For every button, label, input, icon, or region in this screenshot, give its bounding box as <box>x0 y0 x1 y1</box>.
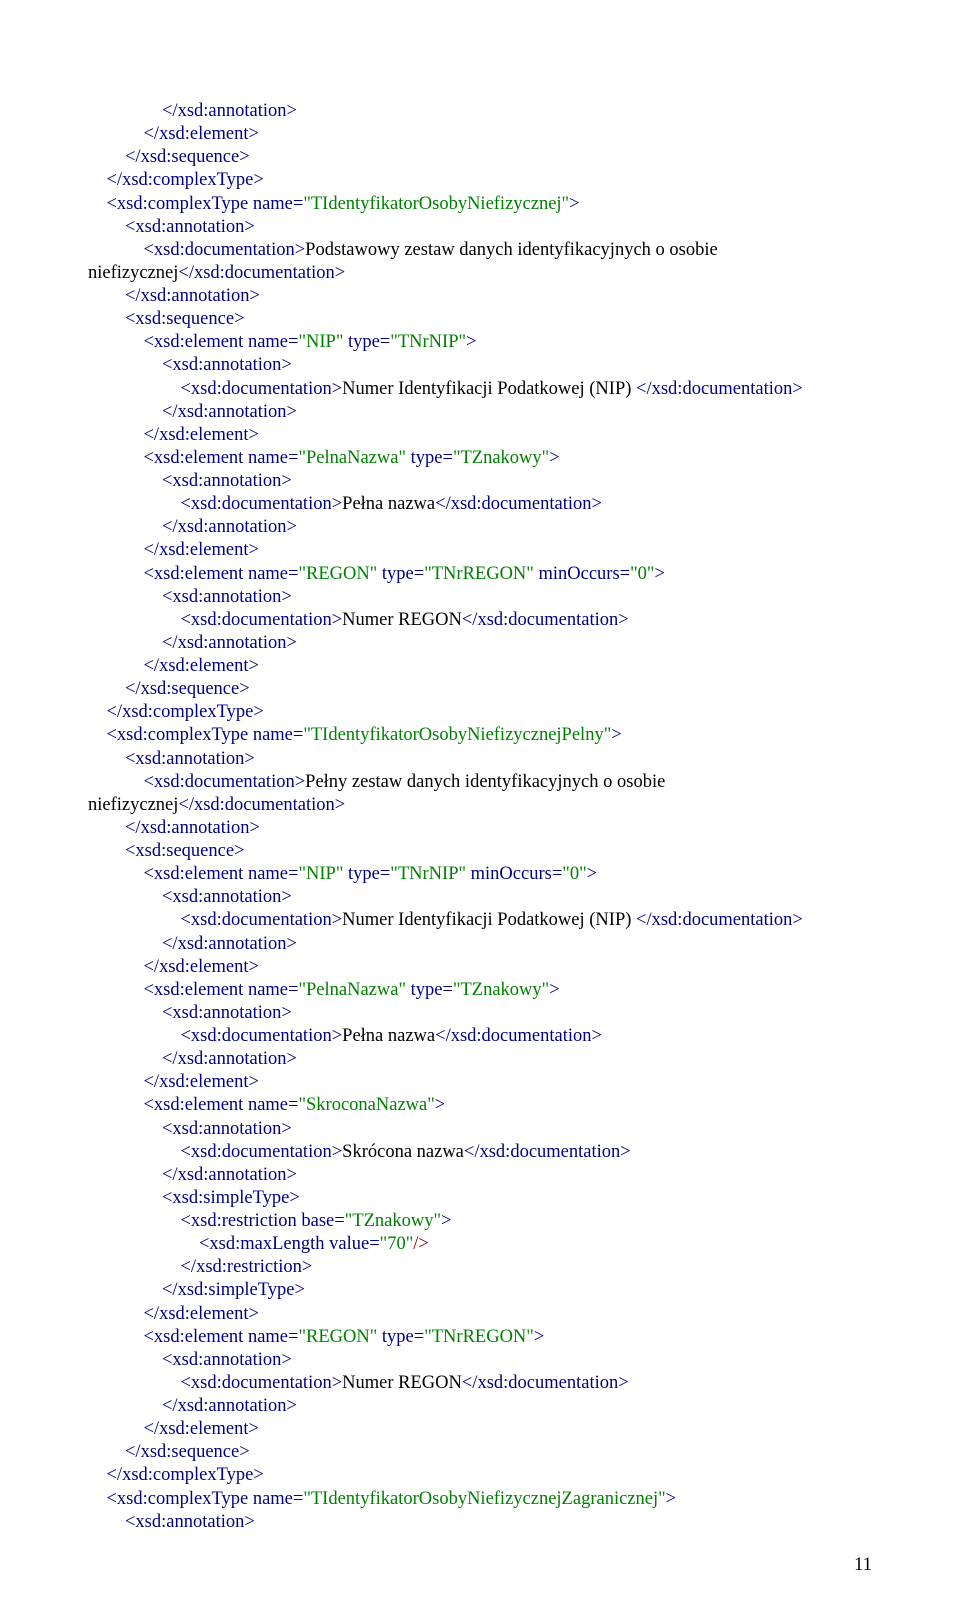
code-line: </xsd:annotation> <box>88 1395 872 1418</box>
code-line: <xsd:annotation> <box>88 1349 872 1372</box>
code-line: <xsd:annotation> <box>88 354 872 377</box>
code-line: </xsd:annotation> <box>88 401 872 424</box>
code-line: <xsd:element name="NIP" type="TNrNIP"> <box>88 331 872 354</box>
code-line: <xsd:element name="NIP" type="TNrNIP" mi… <box>88 863 872 886</box>
code-line: <xsd:annotation> <box>88 1118 872 1141</box>
code-line: <xsd:documentation>Numer REGON</xsd:docu… <box>88 1372 872 1395</box>
code-line: <xsd:documentation>Podstawowy zestaw dan… <box>88 239 872 262</box>
code-line: </xsd:annotation> <box>88 933 872 956</box>
code-line: </xsd:element> <box>88 956 872 979</box>
code-line: </xsd:complexType> <box>88 169 872 192</box>
code-line: <xsd:element name="REGON" type="TNrREGON… <box>88 1326 872 1349</box>
code-line: </xsd:sequence> <box>88 146 872 169</box>
code-line: <xsd:annotation> <box>88 748 872 771</box>
code-line: <xsd:annotation> <box>88 586 872 609</box>
code-line: <xsd:complexType name="TIdentyfikatorOso… <box>88 1488 872 1511</box>
code-line: <xsd:documentation>Pełna nazwa</xsd:docu… <box>88 1025 872 1048</box>
code-line: <xsd:annotation> <box>88 1511 872 1534</box>
code-line: niefizycznej</xsd:documentation> <box>88 794 872 817</box>
code-line: </xsd:element> <box>88 1071 872 1094</box>
code-line: <xsd:element name="PelnaNazwa" type="TZn… <box>88 979 872 1002</box>
code-line: <xsd:element name="PelnaNazwa" type="TZn… <box>88 447 872 470</box>
code-line: <xsd:restriction base="TZnakowy"> <box>88 1210 872 1233</box>
code-line: </xsd:restriction> <box>88 1256 872 1279</box>
code-line: <xsd:documentation>Pełna nazwa</xsd:docu… <box>88 493 872 516</box>
code-line: </xsd:simpleType> <box>88 1279 872 1302</box>
code-line: </xsd:annotation> <box>88 285 872 308</box>
code-line: </xsd:annotation> <box>88 100 872 123</box>
code-line: </xsd:element> <box>88 424 872 447</box>
code-line: </xsd:annotation> <box>88 1048 872 1071</box>
code-line: <xsd:element name="REGON" type="TNrREGON… <box>88 563 872 586</box>
code-line: <xsd:annotation> <box>88 216 872 239</box>
page-number: 11 <box>88 1554 872 1577</box>
code-line: </xsd:annotation> <box>88 516 872 539</box>
code-line: <xsd:annotation> <box>88 470 872 493</box>
code-line: <xsd:simpleType> <box>88 1187 872 1210</box>
code-line: <xsd:annotation> <box>88 1002 872 1025</box>
code-line: <xsd:documentation>Numer Identyfikacji P… <box>88 909 872 932</box>
code-line: <xsd:documentation>Numer Identyfikacji P… <box>88 378 872 401</box>
code-line: <xsd:sequence> <box>88 840 872 863</box>
code-line: <xsd:maxLength value="70"/> <box>88 1233 872 1256</box>
code-line: </xsd:element> <box>88 539 872 562</box>
code-line: </xsd:element> <box>88 1303 872 1326</box>
code-line: <xsd:annotation> <box>88 886 872 909</box>
code-line: </xsd:annotation> <box>88 1164 872 1187</box>
code-line: </xsd:element> <box>88 655 872 678</box>
code-line: </xsd:element> <box>88 1418 872 1441</box>
code-line: niefizycznej</xsd:documentation> <box>88 262 872 285</box>
code-line: </xsd:sequence> <box>88 678 872 701</box>
code-line: <xsd:documentation>Pełny zestaw danych i… <box>88 771 872 794</box>
code-line: </xsd:complexType> <box>88 701 872 724</box>
code-line: </xsd:element> <box>88 123 872 146</box>
code-line: </xsd:complexType> <box>88 1464 872 1487</box>
code-line: </xsd:annotation> <box>88 632 872 655</box>
code-line: </xsd:sequence> <box>88 1441 872 1464</box>
code-line: <xsd:complexType name="TIdentyfikatorOso… <box>88 193 872 216</box>
code-line: <xsd:complexType name="TIdentyfikatorOso… <box>88 724 872 747</box>
code-line: <xsd:sequence> <box>88 308 872 331</box>
code-line: <xsd:documentation>Skrócona nazwa</xsd:d… <box>88 1141 872 1164</box>
code-line: <xsd:element name="SkroconaNazwa"> <box>88 1094 872 1117</box>
code-line: <xsd:documentation>Numer REGON</xsd:docu… <box>88 609 872 632</box>
xsd-code-block: </xsd:annotation> </xsd:element> </xsd:s… <box>88 100 872 1534</box>
code-line: </xsd:annotation> <box>88 817 872 840</box>
